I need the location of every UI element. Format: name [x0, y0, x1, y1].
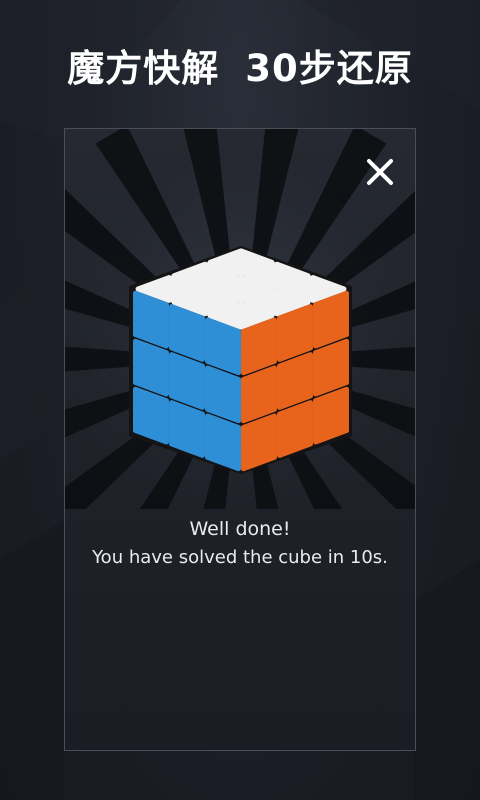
result-dialog: Well done! You have solved the cube in 1…: [64, 128, 416, 751]
message-title: Well done!: [189, 518, 291, 540]
cube-sticker-orange: [241, 317, 277, 376]
close-button[interactable]: [365, 157, 395, 187]
cube-sticker-blue: [205, 365, 241, 424]
message-body: You have solved the cube in 10s.: [92, 547, 388, 568]
cube-sticker-blue: [205, 317, 241, 376]
cube-sticker-blue: [169, 400, 205, 458]
cube-sticker-blue: [169, 352, 205, 410]
cube-sticker-blue: [133, 386, 169, 445]
headline-subtitle: 30步还原: [245, 47, 413, 90]
cube-sticker-blue: [133, 290, 169, 349]
rubiks-cube-icon: [129, 246, 352, 474]
cube-sticker-blue: [169, 304, 205, 362]
cube-sticker-orange: [277, 352, 313, 410]
cube-sticker-orange: [277, 304, 313, 362]
cube-sticker-orange: [241, 365, 277, 424]
cube-sticker-orange: [241, 413, 277, 472]
close-icon: [367, 159, 393, 185]
cube-sticker-blue: [205, 413, 241, 472]
result-message: Well done! You have solved the cube in 1…: [65, 515, 415, 573]
cube-sticker-blue: [133, 338, 169, 397]
headline: 魔方快解 30步还原: [0, 38, 480, 92]
cube-sticker-orange: [313, 386, 349, 445]
app-screen: 魔方快解 30步还原 Well done! You have solved th…: [0, 0, 480, 800]
headline-title: 魔方快解: [67, 47, 220, 90]
cube-sticker-orange: [313, 338, 349, 397]
cube-sticker-orange: [313, 290, 349, 349]
cube-sticker-orange: [277, 400, 313, 458]
